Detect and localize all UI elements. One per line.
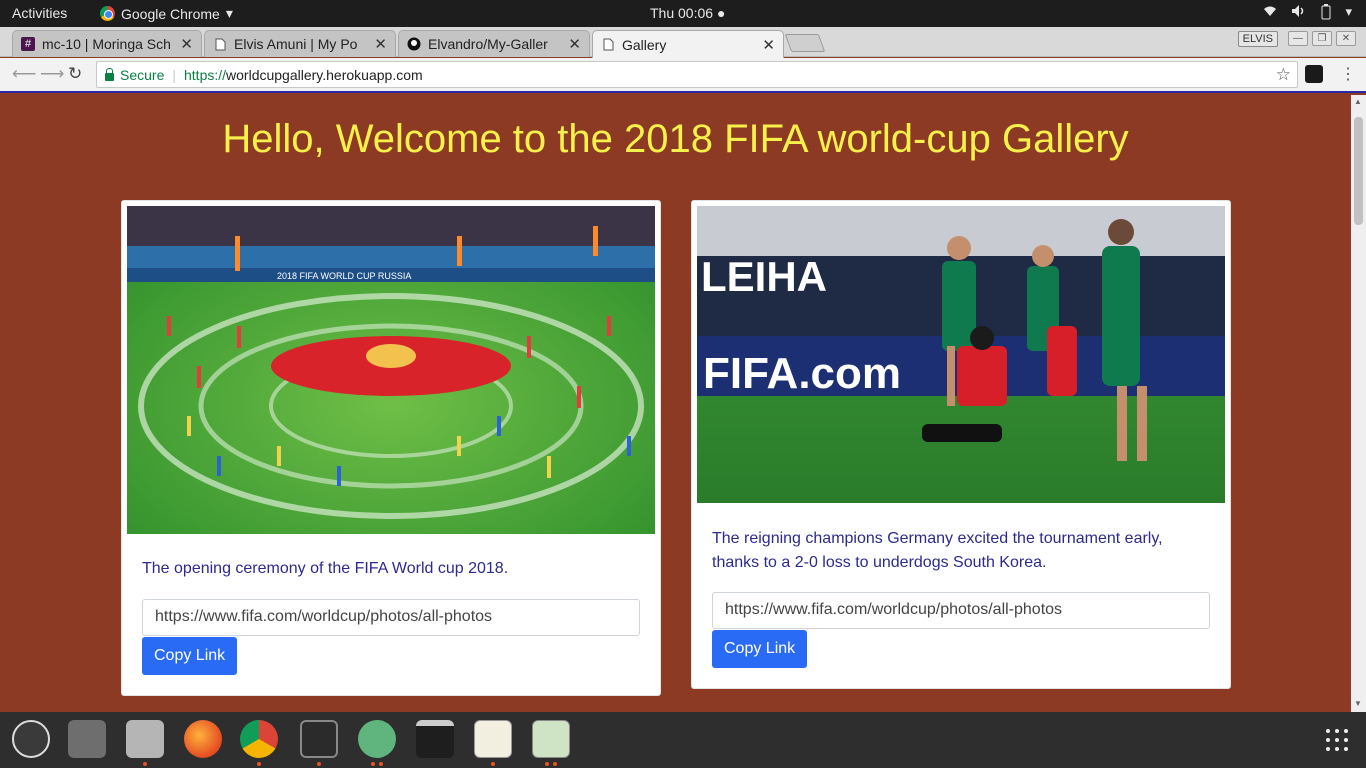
image-viewer-icon[interactable]: [532, 720, 570, 758]
forward-icon[interactable]: ⟶: [40, 64, 64, 84]
github-icon: [407, 37, 421, 51]
tab-strip: # mc-10 | Moringa Sch ✕ Elvis Amuni | My…: [0, 27, 1366, 58]
tab-title: Elvandro/My-Galler: [428, 36, 548, 52]
running-indicator: [491, 762, 495, 766]
settings-gear-icon[interactable]: [68, 720, 106, 758]
running-indicator: [545, 762, 549, 766]
photo-caption: The opening ceremony of the FIFA World c…: [142, 560, 509, 577]
chevron-down-icon: ▾: [225, 5, 233, 21]
photo-banner-text: 2018 FIFA WORLD CUP RUSSIA: [277, 271, 411, 281]
page-title: Hello, Welcome to the 2018 FIFA world-cu…: [222, 117, 1129, 161]
page-icon: [213, 37, 227, 51]
ubuntu-dock: [0, 712, 1366, 768]
kebab-menu-icon[interactable]: ⋮: [1340, 64, 1356, 84]
url-scheme: https://: [184, 66, 227, 83]
close-icon[interactable]: ✕: [568, 35, 581, 53]
maximize-button[interactable]: ❐: [1312, 31, 1332, 46]
photo-banner-text: FIFA.com: [703, 349, 901, 398]
slack-icon: #: [21, 37, 35, 51]
show-apps-grid-icon[interactable]: [1325, 728, 1349, 752]
url-host: worldcupgallery.herokuapp.com: [226, 66, 423, 83]
photo-link-field[interactable]: https://www.fifa.com/worldcup/photos/all…: [142, 599, 640, 636]
text-editor-icon[interactable]: [474, 720, 512, 758]
running-indicator: [371, 762, 375, 766]
back-icon[interactable]: ⟵: [12, 64, 36, 84]
close-icon[interactable]: ✕: [374, 35, 387, 53]
terminal-icon[interactable]: [300, 720, 338, 758]
running-indicator: [317, 762, 321, 766]
lock-icon: [105, 67, 114, 81]
secure-label: Secure: [120, 66, 165, 83]
tab-gallery[interactable]: Gallery ✕: [592, 30, 784, 58]
scrollbar-thumb[interactable]: [1354, 117, 1363, 225]
system-tray[interactable]: ▾: [1263, 4, 1352, 23]
profile-badge[interactable]: ELVIS: [1237, 31, 1278, 47]
bookmark-star-icon[interactable]: ☆: [1276, 65, 1291, 85]
tab-title: mc-10 | Moringa Sch: [42, 36, 171, 52]
chrome-icon: [100, 6, 115, 21]
running-indicator: [257, 762, 261, 766]
app-menu-label: Google Chrome: [121, 5, 220, 22]
volume-icon: [1291, 4, 1307, 23]
tab-github[interactable]: Elvandro/My-Galler ✕: [398, 30, 590, 57]
gallery-card: LEIHA FIFA.com The reigning champions Ge…: [691, 200, 1231, 689]
tab-title: Gallery: [622, 36, 667, 53]
tab-moringa[interactable]: # mc-10 | Moringa Sch ✕: [12, 30, 202, 57]
photo-caption: The reigning champions Germany excited t…: [712, 530, 1163, 571]
files-icon[interactable]: [126, 720, 164, 758]
chrome-icon[interactable]: [240, 720, 278, 758]
atom-icon[interactable]: [358, 720, 396, 758]
copy-link-button[interactable]: Copy Link: [142, 637, 238, 675]
video-editor-icon[interactable]: [416, 720, 454, 758]
close-icon[interactable]: ✕: [180, 35, 193, 53]
tab-title: Elvis Amuni | My Po: [234, 36, 358, 52]
software-updater-icon[interactable]: [12, 720, 50, 758]
page-icon: [601, 38, 615, 52]
germany-korea-photo: LEIHA FIFA.com: [697, 206, 1225, 503]
new-tab-button[interactable]: [784, 34, 826, 52]
browser-toolbar: ⟵ ⟶ ↻ Secure | https:// worldcupgallery.…: [0, 58, 1366, 93]
close-window-button[interactable]: ✕: [1336, 31, 1356, 46]
activities-button[interactable]: Activities: [12, 5, 67, 21]
gnome-top-bar: Activities Google Chrome ▾ Thu 00:06 ● ▾: [0, 0, 1366, 27]
extension-icon[interactable]: [1305, 65, 1323, 83]
running-indicator: [379, 762, 383, 766]
running-indicator: [553, 762, 557, 766]
minimize-button[interactable]: —: [1288, 31, 1308, 46]
scroll-up-icon[interactable]: ▲: [1354, 97, 1362, 106]
battery-icon: [1321, 4, 1331, 23]
chevron-down-icon: ▾: [1345, 4, 1352, 19]
page-scrollbar[interactable]: ▲ ▼: [1351, 95, 1366, 712]
clock[interactable]: Thu 00:06 ●: [650, 5, 725, 21]
running-indicator: [143, 762, 147, 766]
divider: |: [172, 66, 176, 83]
tab-portfolio[interactable]: Elvis Amuni | My Po ✕: [204, 30, 396, 57]
copy-link-button[interactable]: Copy Link: [712, 630, 808, 668]
address-bar[interactable]: Secure | https:// worldcupgallery.heroku…: [96, 61, 1298, 88]
photo-link-field[interactable]: https://www.fifa.com/worldcup/photos/all…: [712, 592, 1210, 629]
reload-icon[interactable]: ↻: [68, 64, 82, 84]
gallery-card: 2018 FIFA WORLD CUP RUSSIA The opening c…: [121, 200, 661, 696]
app-menu[interactable]: Google Chrome ▾: [100, 5, 233, 22]
firefox-icon[interactable]: [184, 720, 222, 758]
svg-text:LEIHA: LEIHA: [701, 253, 827, 300]
page-content: Hello, Welcome to the 2018 FIFA world-cu…: [0, 95, 1351, 712]
scroll-down-icon[interactable]: ▼: [1354, 699, 1362, 708]
close-icon[interactable]: ✕: [762, 36, 775, 54]
wifi-icon: [1263, 4, 1277, 23]
opening-ceremony-photo: 2018 FIFA WORLD CUP RUSSIA: [127, 206, 655, 534]
